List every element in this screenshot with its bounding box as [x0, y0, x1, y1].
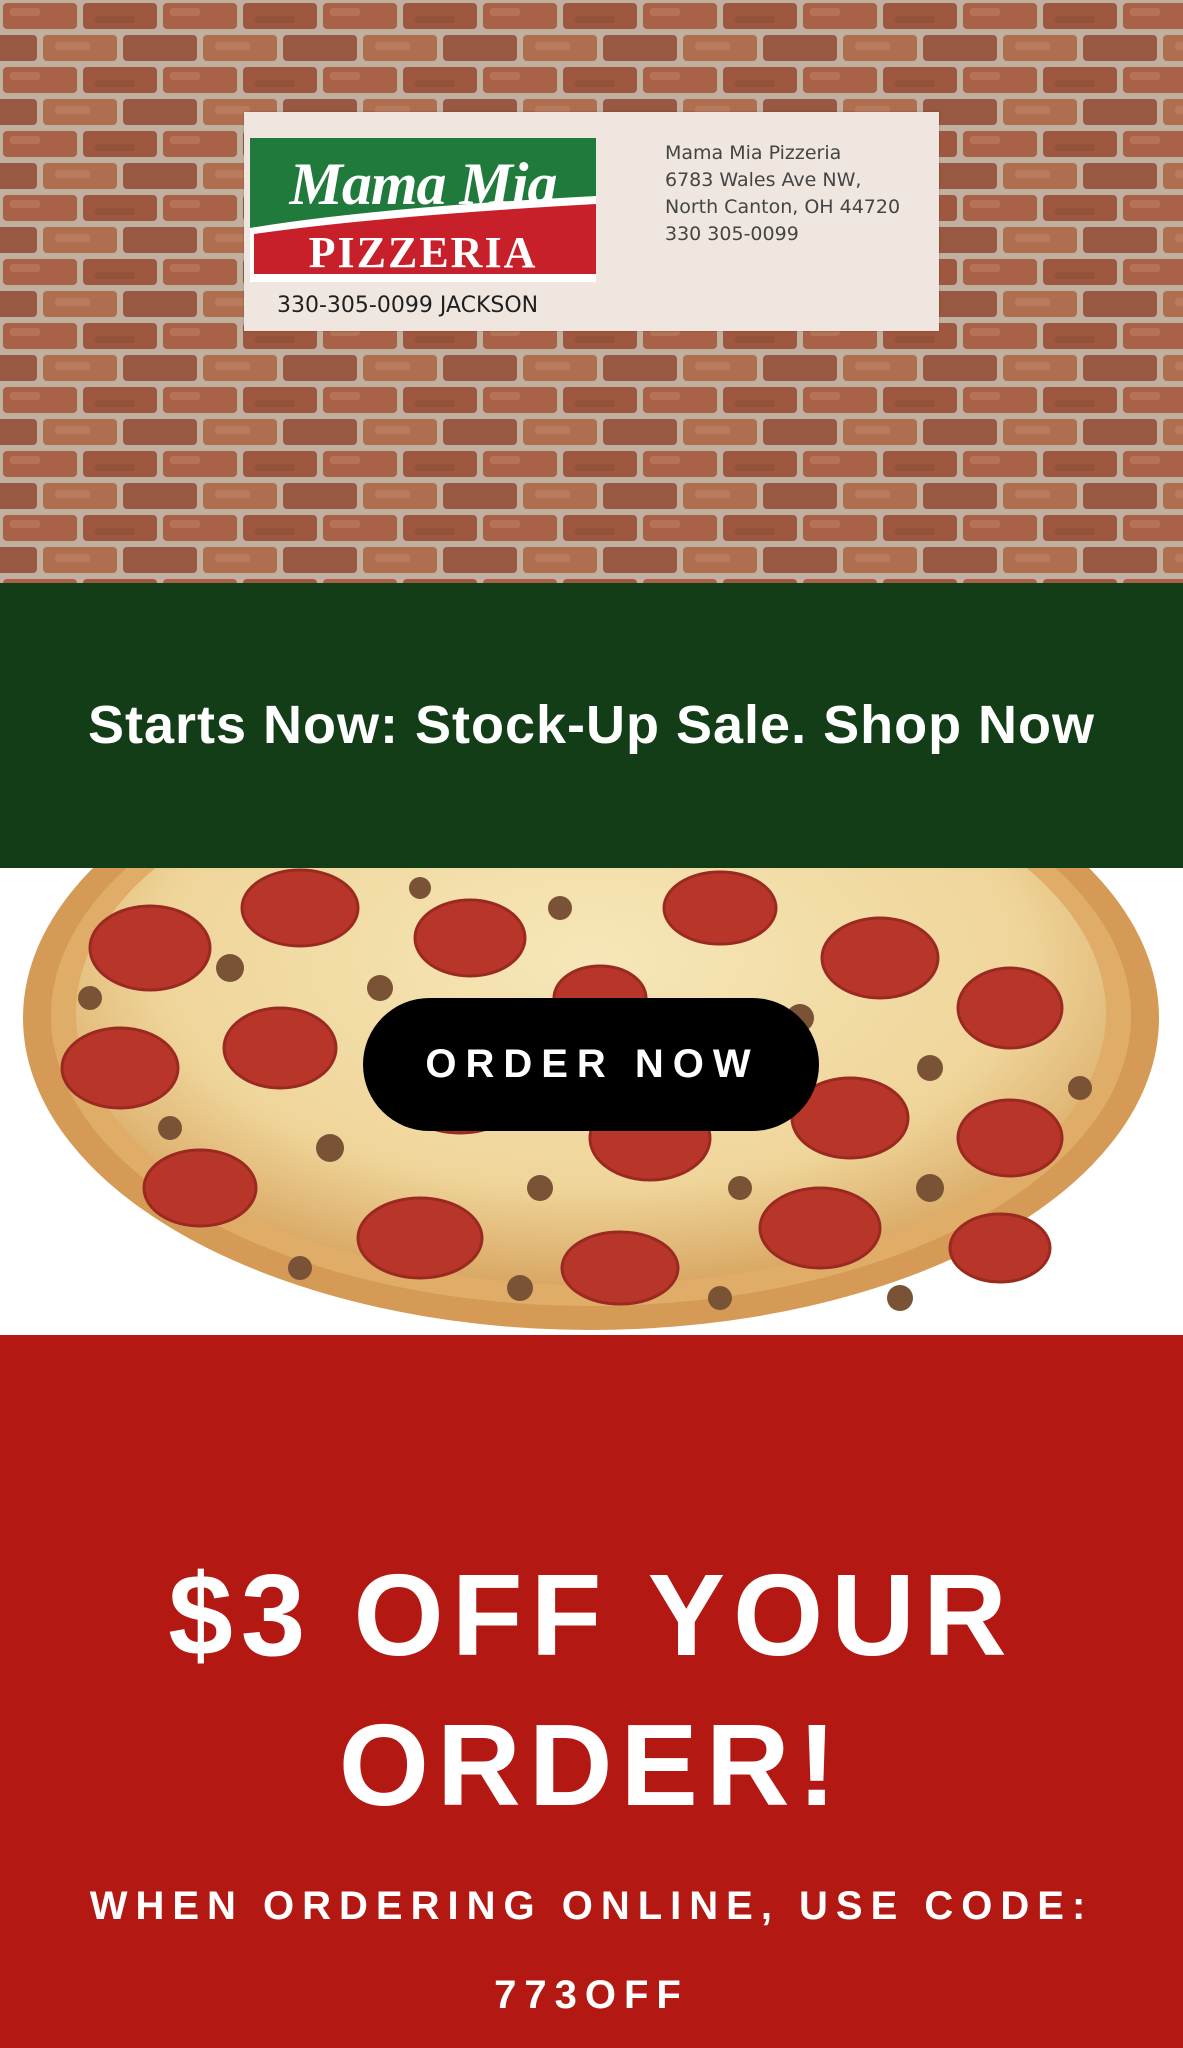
- offer-section: $3 OFF YOUR ORDER! WHEN ORDERING ONLINE,…: [0, 1335, 1183, 2048]
- logo-subtitle-text: PIZZERIA: [308, 228, 538, 277]
- card-address-block: Mama Mia Pizzeria 6783 Wales Ave NW, Nor…: [665, 140, 900, 248]
- address-business-name: Mama Mia Pizzeria: [665, 142, 842, 164]
- brick-header-banner: Mama Mia PIZZERIA 330-305-0099 JACKSON M…: [0, 0, 1183, 583]
- promo-link-text[interactable]: Starts Now: Stock-Up Sale. Shop Now: [77, 683, 1107, 768]
- order-now-button[interactable]: ORDER NOW: [363, 998, 819, 1131]
- mama-mia-logo[interactable]: Mama Mia PIZZERIA: [250, 138, 596, 282]
- card-phone-location: 330-305-0099 JACKSON: [277, 293, 539, 318]
- offer-headline: $3 OFF YOUR ORDER!: [168, 1550, 1015, 1830]
- address-street: 6783 Wales Ave NW,: [665, 169, 862, 191]
- address-city: North Canton, OH 44720: [665, 196, 901, 218]
- logo-brand-text: Mama Mia: [289, 151, 557, 217]
- promo-banner[interactable]: Starts Now: Stock-Up Sale. Shop Now: [0, 583, 1183, 868]
- offer-instructions: WHEN ORDERING ONLINE, USE CODE:: [89, 1884, 1094, 1928]
- pizza-hero: ORDER NOW: [0, 868, 1183, 1335]
- promo-code: 773OFF: [494, 1973, 689, 2017]
- logo-card: Mama Mia PIZZERIA 330-305-0099 JACKSON M…: [244, 112, 939, 331]
- address-phone: 330 305-0099: [665, 223, 799, 245]
